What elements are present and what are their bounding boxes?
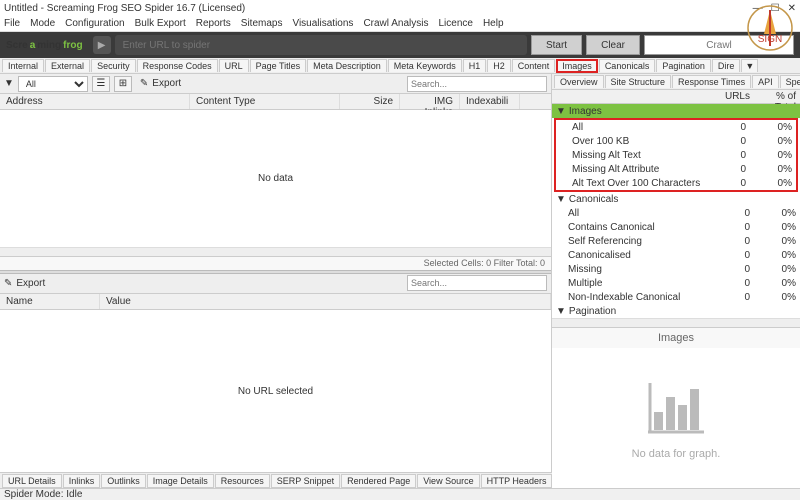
- tab-security[interactable]: Security: [91, 59, 136, 72]
- tab-url[interactable]: URL: [219, 59, 249, 72]
- url-input[interactable]: [115, 35, 527, 55]
- btab-http-headers[interactable]: HTTP Headers: [481, 474, 552, 488]
- group-canonicals[interactable]: ▼Canonicals: [552, 192, 800, 206]
- rtab-overview[interactable]: Overview: [554, 75, 604, 88]
- item-over-100-kb[interactable]: Over 100 KB00%: [556, 134, 796, 148]
- item-self-referencing[interactable]: Self Referencing00%: [552, 234, 800, 248]
- graph-empty-msg: No data for graph.: [632, 448, 721, 460]
- item-all[interactable]: All00%: [552, 206, 800, 220]
- window-title: Untitled - Screaming Frog SEO Spider 16.…: [4, 3, 245, 14]
- menu-mode[interactable]: Mode: [30, 18, 55, 29]
- scrollbar-right[interactable]: [552, 318, 800, 327]
- tab-images[interactable]: Images: [556, 59, 598, 73]
- btab-resources[interactable]: Resources: [215, 474, 270, 488]
- item-canonicalised[interactable]: Canonicalised00%: [552, 248, 800, 262]
- group-images[interactable]: ▼Images: [552, 104, 800, 118]
- left-pane: ▼ All ☰ ⊞ ✎ Export Address Content Type …: [0, 74, 552, 488]
- svg-text:SIGN: SIGN: [758, 34, 782, 45]
- overview-tree: ▼ImagesAll00%Over 100 KB00%Missing Alt T…: [552, 104, 800, 318]
- filter-icon: ▼: [4, 78, 14, 89]
- tab-pagination[interactable]: Pagination: [656, 59, 711, 72]
- graph-pane: Images No data for graph.: [552, 327, 800, 488]
- btab-rendered-page[interactable]: Rendered Page: [341, 474, 416, 488]
- tab-canonicals[interactable]: Canonicals: [599, 59, 656, 72]
- tab-meta-description[interactable]: Meta Description: [307, 59, 387, 72]
- btab-serp-snippet[interactable]: SERP Snippet: [271, 474, 340, 488]
- item-non-indexable-canonical[interactable]: Non-Indexable Canonical00%: [552, 290, 800, 304]
- tabs-overflow-icon[interactable]: ▼: [741, 59, 758, 72]
- item-missing[interactable]: Missing00%: [552, 262, 800, 276]
- menu-licence[interactable]: Licence: [438, 18, 472, 29]
- menu-sitemaps[interactable]: Sitemaps: [241, 18, 283, 29]
- btab-view-source[interactable]: View Source: [417, 474, 479, 488]
- menu-bulk export[interactable]: Bulk Export: [135, 18, 186, 29]
- right-header: URLs % of Total: [552, 90, 800, 104]
- titlebar: Untitled - Screaming Frog SEO Spider 16.…: [0, 0, 800, 16]
- grid1-header: Address Content Type Size IMG Inlinks In…: [0, 94, 551, 110]
- tab-response-codes[interactable]: Response Codes: [137, 59, 218, 72]
- menu-crawl analysis[interactable]: Crawl Analysis: [363, 18, 428, 29]
- grid2-body: No URL selected: [0, 310, 551, 474]
- menu-visualisations[interactable]: Visualisations: [292, 18, 353, 29]
- item-all[interactable]: All00%: [556, 120, 796, 134]
- grid1-status: Selected Cells: 0 Filter Total: 0: [0, 256, 551, 270]
- tab-dire[interactable]: Dire: [712, 59, 741, 72]
- clear-button[interactable]: Clear: [586, 35, 640, 55]
- menu-help[interactable]: Help: [483, 18, 504, 29]
- rtab-response-times[interactable]: Response Times: [672, 75, 751, 88]
- menu-configuration[interactable]: Configuration: [65, 18, 124, 29]
- item-multiple[interactable]: Multiple00%: [552, 276, 800, 290]
- tab-page-titles[interactable]: Page Titles: [250, 59, 307, 72]
- play-icon[interactable]: ▶: [93, 36, 111, 54]
- item-contains-canonical[interactable]: Contains Canonical00%: [552, 220, 800, 234]
- rtab-site-structure[interactable]: Site Structure: [605, 75, 672, 88]
- watermark-logo: SIGN: [746, 4, 794, 52]
- main-tabstrip: InternalExternalSecurityResponse CodesUR…: [0, 58, 800, 74]
- tab-internal[interactable]: Internal: [2, 59, 44, 72]
- menubar: File Mode Configuration Bulk Export Reports S…: [0, 16, 800, 32]
- export-button-2[interactable]: Export: [16, 278, 45, 289]
- menu-reports[interactable]: Reports: [196, 18, 231, 29]
- export-button[interactable]: Export: [152, 78, 181, 89]
- tab-meta-keywords[interactable]: Meta Keywords: [388, 59, 462, 72]
- filter-select[interactable]: All: [18, 76, 88, 92]
- columns-icon[interactable]: ☰: [92, 76, 110, 92]
- tab-h1[interactable]: H1: [463, 59, 487, 72]
- right-tabstrip: OverviewSite StructureResponse TimesAPIS…: [552, 74, 800, 90]
- item-missing-alt-text[interactable]: Missing Alt Text00%: [556, 148, 796, 162]
- grid2-header: Name Value: [0, 294, 551, 310]
- filter-bar-2: ✎Export: [0, 274, 551, 294]
- menu-file[interactable]: File: [4, 18, 20, 29]
- tree-icon[interactable]: ⊞: [114, 76, 132, 92]
- item-missing-alt-attribute[interactable]: Missing Alt Attribute00%: [556, 162, 796, 176]
- bottom-tabstrip: URL DetailsInlinksOutlinksImage DetailsR…: [0, 472, 552, 488]
- search-input[interactable]: [407, 76, 547, 92]
- search-input-2[interactable]: [407, 275, 547, 291]
- group-pagination[interactable]: ▼Pagination: [552, 304, 800, 318]
- statusbar: Spider Mode: Idle: [0, 488, 800, 500]
- btab-inlinks[interactable]: Inlinks: [63, 474, 101, 488]
- tab-external[interactable]: External: [45, 59, 90, 72]
- btab-image-details[interactable]: Image Details: [147, 474, 214, 488]
- graph-title: Images: [552, 328, 800, 348]
- item-alt-text-over-100-characters[interactable]: Alt Text Over 100 Characters00%: [556, 176, 796, 190]
- scrollbar[interactable]: [0, 247, 551, 256]
- tab-h2[interactable]: H2: [487, 59, 511, 72]
- btab-outlinks[interactable]: Outlinks: [101, 474, 146, 488]
- start-button[interactable]: Start: [531, 35, 582, 55]
- rtab-api[interactable]: API: [752, 75, 779, 88]
- toolbar: Screamingfrog ▶ Start Clear: [0, 32, 800, 58]
- filter-bar: ▼ All ☰ ⊞ ✎ Export: [0, 74, 551, 94]
- brand-logo: Screamingfrog: [6, 40, 83, 51]
- btab-url-details[interactable]: URL Details: [2, 474, 62, 488]
- bar-chart-icon: [644, 377, 708, 440]
- tab-content[interactable]: Content: [512, 59, 556, 72]
- right-pane: OverviewSite StructureResponse TimesAPIS…: [552, 74, 800, 488]
- grid1-body: No data: [0, 110, 551, 247]
- rtab-spelling-&-grammar[interactable]: Spelling & Grammar: [780, 75, 800, 88]
